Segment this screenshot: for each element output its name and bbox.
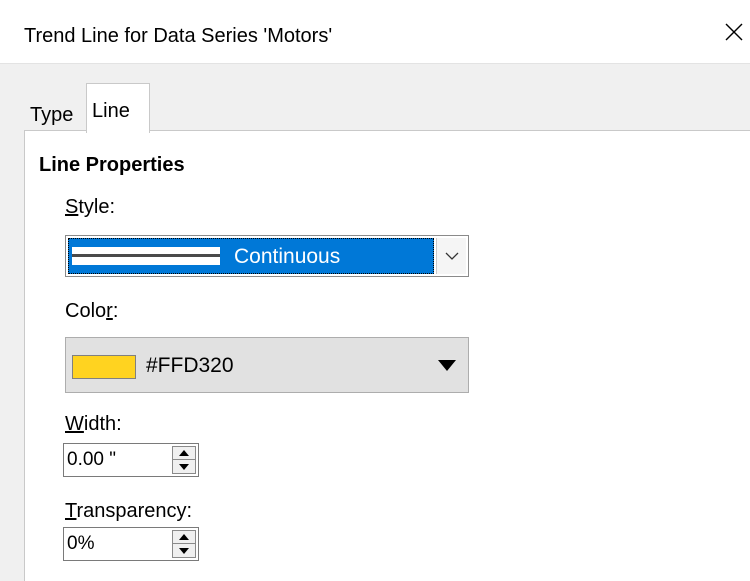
width-label: Width: — [65, 413, 122, 436]
transparency-label: Transparency: — [65, 500, 192, 523]
tab-type-label: Type — [30, 104, 74, 126]
color-value: #FFD320 — [146, 354, 234, 377]
width-decrement-button[interactable] — [173, 460, 195, 473]
triangle-up-icon — [179, 450, 189, 456]
width-label-accel: W — [65, 413, 84, 435]
transparency-input[interactable] — [67, 530, 167, 558]
style-dropdown-button[interactable] — [436, 238, 466, 274]
color-label-prefix: Colo — [65, 300, 107, 322]
tab-line[interactable]: Line — [86, 83, 150, 133]
close-icon — [725, 23, 743, 41]
window-title: Trend Line for Data Series 'Motors' — [24, 25, 333, 47]
style-dropdown[interactable]: Continuous — [65, 235, 469, 277]
triangle-down-icon — [179, 547, 189, 554]
chevron-down-icon — [445, 252, 458, 260]
color-label-rest: : — [112, 300, 119, 322]
width-spinbox — [63, 443, 199, 477]
transparency-label-accel: T — [65, 500, 77, 522]
width-label-rest: idth: — [83, 413, 122, 435]
continuous-line-preview — [72, 247, 220, 265]
color-label: Color: — [65, 300, 118, 323]
style-label-rest: tyle: — [78, 196, 116, 218]
style-label: Style: — [65, 196, 115, 219]
tab-bar: Type Line — [0, 64, 750, 133]
caret-down-icon — [438, 360, 456, 371]
tab-line-label: Line — [92, 100, 130, 122]
transparency-decrement-button[interactable] — [173, 544, 195, 557]
color-label-accel: r — [106, 300, 113, 322]
tab-type[interactable]: Type — [24, 92, 88, 130]
triangle-down-icon — [179, 463, 189, 470]
color-swatch — [72, 355, 136, 379]
close-button[interactable] — [718, 10, 750, 54]
line-properties-heading: Line Properties — [39, 154, 185, 176]
transparency-label-rest: ransparency: — [76, 500, 193, 522]
width-input[interactable] — [67, 446, 167, 474]
title-bar: Trend Line for Data Series 'Motors' — [0, 0, 750, 64]
triangle-up-icon — [179, 534, 189, 540]
color-picker-button[interactable]: #FFD320 — [65, 337, 469, 393]
style-selected-item: Continuous — [68, 238, 434, 274]
transparency-spinbox — [63, 527, 199, 561]
width-increment-button[interactable] — [173, 447, 195, 460]
transparency-spin-buttons — [172, 530, 196, 558]
transparency-increment-button[interactable] — [173, 531, 195, 544]
style-value: Continuous — [234, 245, 341, 268]
style-label-accel: S — [65, 196, 79, 218]
width-spin-buttons — [172, 446, 196, 474]
